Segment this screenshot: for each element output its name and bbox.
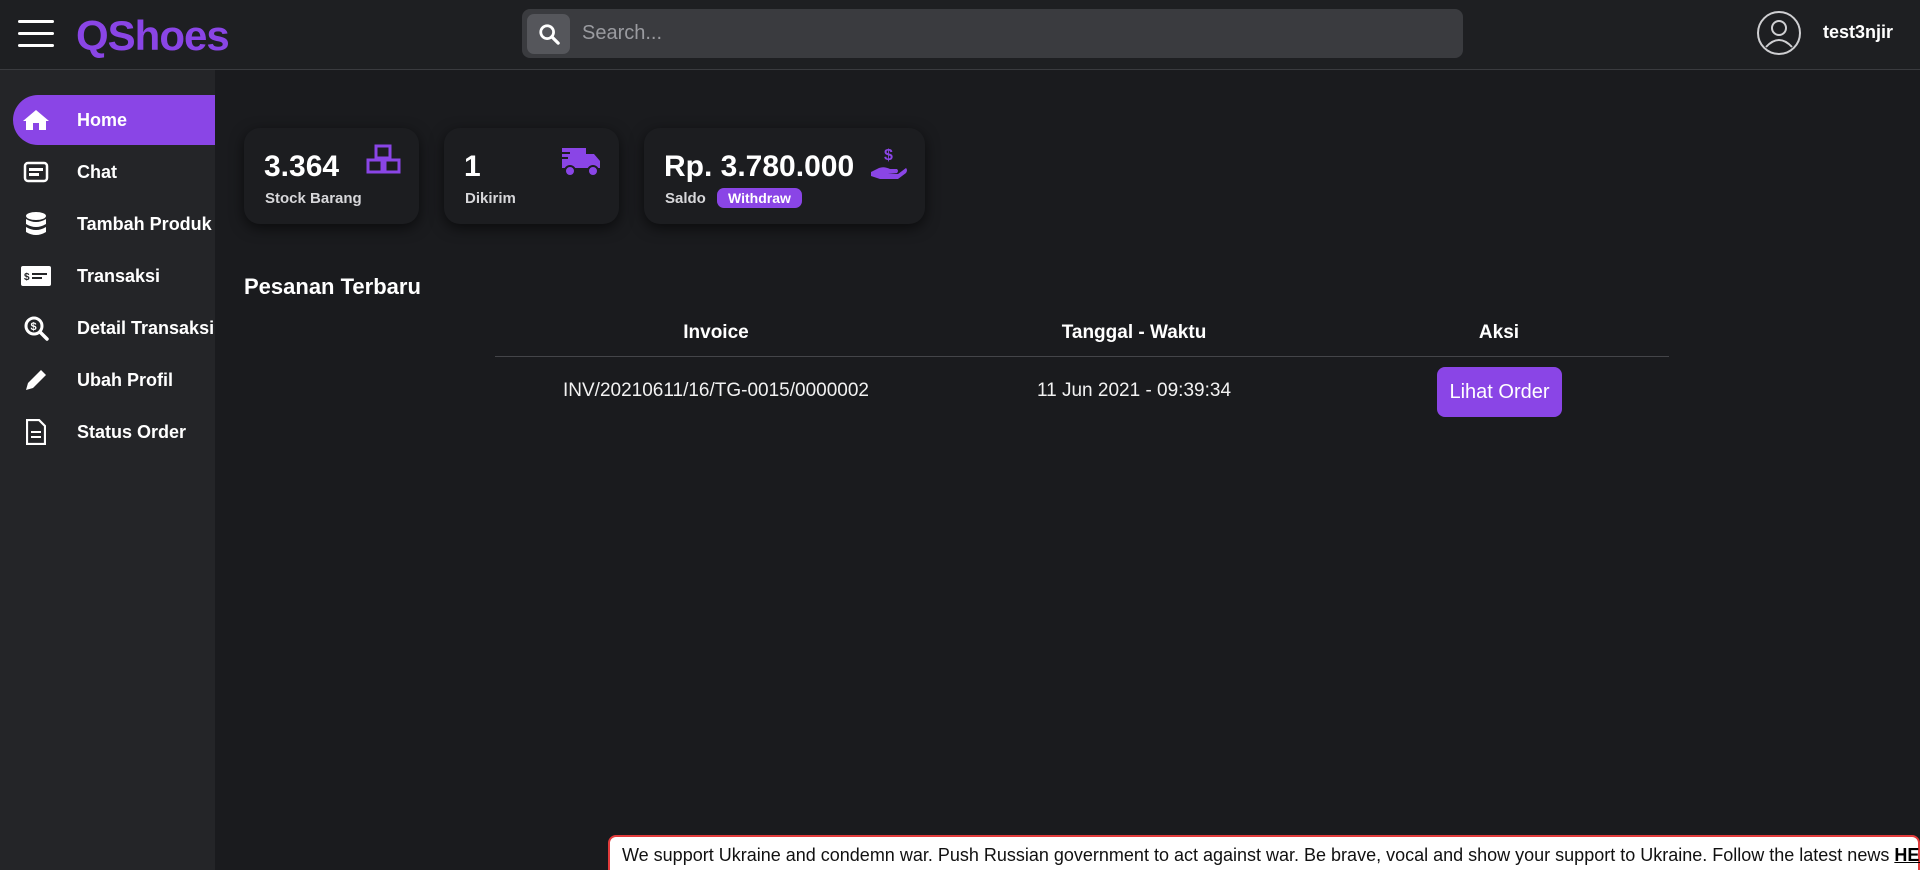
svg-text:$: $	[24, 272, 30, 283]
search-bar	[522, 9, 1463, 58]
datetime-cell: 11 Jun 2021 - 09:39:34	[1036, 380, 1232, 401]
home-icon	[21, 105, 51, 135]
column-header-invoice: Invoice	[683, 322, 749, 343]
sidebar-item-label: Transaksi	[77, 265, 161, 286]
menu-toggle-icon[interactable]	[18, 20, 54, 48]
invoice-cell: INV/20210611/16/TG-0015/0000002	[563, 380, 869, 401]
chat-icon	[21, 157, 51, 187]
sidebar-item-chat[interactable]: Chat	[13, 147, 215, 197]
shipped-label: Dikirim	[465, 190, 516, 207]
money-bill-icon: $	[21, 261, 51, 291]
recent-orders-title: Pesanan Terbaru	[244, 274, 421, 299]
sidebar-item-home[interactable]: Home	[13, 95, 215, 145]
sidebar-item-status-order[interactable]: Status Order	[13, 407, 215, 457]
search-icon[interactable]	[527, 14, 570, 54]
sidebar-item-label: Status Order	[77, 421, 187, 442]
top-header: QShoes test3njir	[0, 0, 1920, 70]
column-header-action: Aksi	[1478, 322, 1520, 343]
cubes-icon	[366, 144, 402, 181]
database-icon	[21, 209, 51, 239]
banner-link[interactable]: HERE	[1894, 845, 1920, 865]
sidebar-item-label: Chat	[77, 161, 117, 182]
svg-text:$: $	[884, 147, 893, 164]
view-order-button[interactable]: Lihat Order	[1437, 367, 1562, 417]
stock-value: 3.364	[264, 150, 340, 183]
search-input[interactable]	[582, 9, 1452, 58]
user-avatar-icon[interactable]	[1757, 11, 1801, 55]
shipped-card: 1 Dikirim	[444, 128, 619, 224]
sidebar-item-ubah-profil[interactable]: Ubah Profil	[13, 355, 215, 405]
sidebar-item-label: Home	[77, 109, 128, 130]
balance-card: Rp. 3.780.000 Saldo Withdraw $	[644, 128, 925, 224]
sidebar-item-label: Tambah Produk	[77, 213, 212, 234]
balance-value: Rp. 3.780.000	[664, 150, 855, 183]
table-divider	[495, 356, 1669, 357]
username[interactable]: test3njir	[1823, 22, 1893, 43]
pencil-icon	[21, 365, 51, 395]
banner-text: We support Ukraine and condemn war. Push…	[622, 845, 1895, 865]
sidebar-item-transaksi[interactable]: $ Transaksi	[13, 251, 215, 301]
sidebar-item-detail-transaksi[interactable]: $ Detail Transaksi	[13, 303, 215, 353]
withdraw-button[interactable]: Withdraw	[717, 188, 802, 208]
sidebar-item-tambah-produk[interactable]: Tambah Produk	[13, 199, 215, 249]
stock-card: 3.364 Stock Barang	[244, 128, 419, 224]
stock-label: Stock Barang	[265, 190, 362, 207]
logo[interactable]: QShoes	[76, 12, 230, 60]
svg-text:$: $	[31, 321, 37, 333]
search-dollar-icon: $	[21, 313, 51, 343]
file-icon	[21, 417, 51, 447]
sidebar-item-label: Ubah Profil	[77, 369, 174, 390]
sidebar-item-label: Detail Transaksi	[77, 317, 215, 338]
column-header-datetime: Tanggal - Waktu	[1061, 322, 1207, 343]
ukraine-banner: We support Ukraine and condemn war. Push…	[608, 835, 1920, 870]
shipped-value: 1	[464, 150, 481, 183]
hand-dollar-icon: $	[870, 146, 908, 185]
truck-icon	[560, 144, 602, 183]
balance-label: Saldo	[665, 190, 706, 207]
sidebar: Home Chat Tambah Produk $ Transaksi $ De…	[0, 70, 215, 870]
